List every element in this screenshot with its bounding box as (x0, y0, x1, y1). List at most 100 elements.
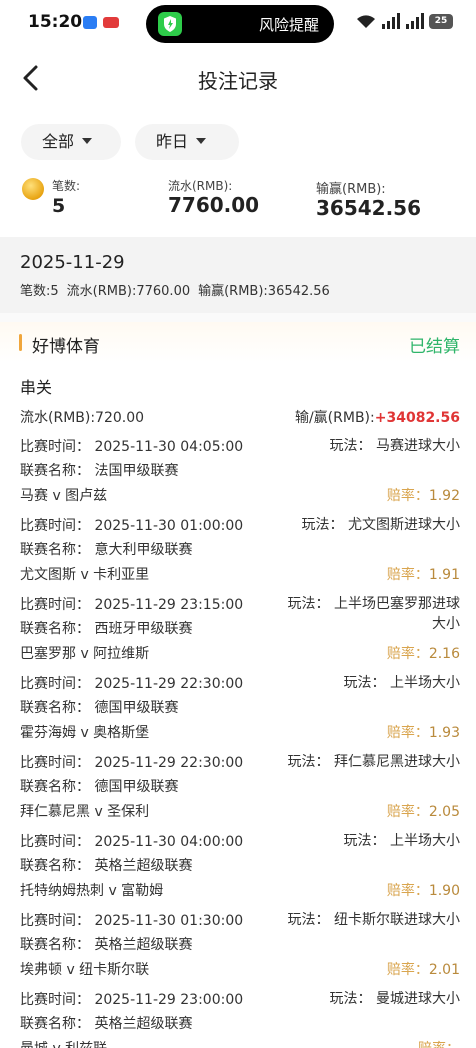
turnover-label: 流水(RMB): (168, 179, 233, 193)
coin-icon (22, 178, 44, 200)
odds: 赔率：1.93 (387, 722, 460, 742)
play-type: 玩法： 上半场大小 (343, 833, 460, 849)
bet-leg-row: 比赛时间： 2025-11-29 22:30:00 联赛名称： 德国甲级联赛 霍芬海… (0, 673, 476, 752)
odds-label: 赔率： (386, 804, 429, 820)
match-teams: 马赛 v 图卢兹 (20, 488, 108, 504)
bet-leg-row: 比赛时间： 2025-11-30 01:30:00 联赛名称： 英格兰超级联赛 埃弗… (0, 910, 476, 989)
count-label: 笔数: (52, 179, 81, 193)
date-group-date: 2025-11-29 (20, 252, 125, 273)
bet-leg-row: 比赛时间： 2025-11-29 23:15:00 联赛名称： 西班牙甲级联赛 巴塞… (0, 594, 476, 673)
bet-type-label: 串关 (20, 378, 53, 397)
league-name: 联赛名称： 意大利甲级联赛 (20, 542, 193, 558)
odds: 赔率：1.91 (387, 564, 460, 584)
odds-label: 赔率： (418, 1041, 460, 1048)
date-filter-dropdown[interactable]: 昨日 (135, 124, 239, 160)
match-teams: 尤文图斯 v 卡利亚里 (20, 567, 150, 583)
card-winloss: 输/赢(RMB):+34082.56 (295, 407, 460, 427)
odds-value: 1.92 (428, 488, 460, 504)
league-name: 联赛名称： 德国甲级联赛 (20, 779, 179, 795)
odds-value: 1.90 (428, 883, 460, 899)
match-teams: 巴塞罗那 v 阿拉维斯 (20, 646, 150, 662)
match-time: 比赛时间： 2025-11-30 04:05:00 (20, 439, 244, 455)
match-time: 比赛时间： 2025-11-29 22:30:00 (20, 755, 244, 771)
league-name: 联赛名称： 英格兰超级联赛 (20, 937, 193, 953)
match-time: 比赛时间： 2025-11-29 22:30:00 (20, 676, 244, 692)
date-group-turnover: 流水(RMB):7760.00 (66, 284, 191, 299)
divider (0, 313, 476, 322)
league-name: 联赛名称： 法国甲级联赛 (20, 463, 179, 479)
odds: 赔率：2.16 (387, 643, 460, 663)
date-filter-label: 昨日 (156, 132, 189, 151)
date-group-count: 笔数:5 (20, 284, 59, 299)
league-name: 联赛名称： 英格兰超级联赛 (20, 1016, 193, 1032)
card-winloss-label: 输/赢(RMB): (294, 410, 375, 426)
odds-label: 赔率： (386, 725, 429, 741)
odds: 赔率： (418, 1038, 460, 1048)
play-type: 玩法： 上半场大小 (343, 675, 460, 691)
league-name: 联赛名称： 西班牙甲级联赛 (20, 621, 193, 637)
bet-leg-row: 比赛时间： 2025-11-29 23:00:00 联赛名称： 英格兰超级联赛曼城… (0, 989, 476, 1048)
odds: 赔率：1.92 (387, 485, 460, 505)
risk-alert-pill[interactable]: 风险提醒 (146, 5, 334, 43)
match-teams: 拜仁慕尼黑 v 圣保利 (20, 804, 150, 820)
odds-value: 2.05 (428, 804, 460, 820)
chevron-down-icon (196, 137, 207, 144)
play-type: 玩法： 拜仁慕尼黑进球大小 (287, 754, 460, 770)
vendor-name: 好博体育 (32, 337, 100, 357)
winloss-value: 36542.56 (316, 196, 422, 220)
risk-alert-text: 风险提醒 (259, 16, 320, 34)
odds: 赔率：1.90 (387, 880, 460, 900)
nav-bar: 投注记录 (0, 46, 476, 108)
type-filter-label: 全部 (42, 132, 75, 151)
match-teams: 曼城 v 利兹联 (20, 1038, 107, 1048)
odds-label: 赔率： (386, 646, 429, 662)
match-teams: 埃弗顿 v 纽卡斯尔联 (20, 962, 150, 978)
page-title: 投注记录 (198, 69, 278, 93)
odds-value: 2.01 (428, 962, 460, 978)
league-name: 联赛名称： 德国甲级联赛 (20, 700, 179, 716)
odds-value: 1.93 (428, 725, 460, 741)
play-type: 玩法： 马赛进球大小 (329, 438, 460, 454)
match-time: 比赛时间： 2025-11-30 04:00:00 (20, 834, 244, 850)
odds: 赔率：2.05 (387, 801, 460, 821)
status-bar: 15:20 风险提醒 25 (0, 0, 476, 46)
odds-value: 1.91 (428, 567, 460, 583)
type-filter-dropdown[interactable]: 全部 (21, 124, 121, 160)
odds-label: 赔率： (386, 962, 429, 978)
status-time: 15:20 (28, 12, 83, 32)
play-type: 玩法： 纽卡斯尔联进球大小 (287, 912, 460, 928)
turnover-value: 7760.00 (168, 193, 260, 217)
match-teams: 霍芬海姆 v 奥格斯堡 (20, 725, 150, 741)
bet-leg-row: 比赛时间： 2025-11-30 04:05:00 联赛名称： 法国甲级联赛 马赛 … (0, 436, 476, 515)
battery-icon: 25 (429, 14, 453, 29)
app-notification-icon-2 (103, 17, 119, 28)
bet-record-card[interactable]: 好博体育 已结算 串关 流水(RMB):720.00 输/赢(RMB):+340… (0, 322, 476, 1048)
odds-label: 赔率： (386, 488, 429, 504)
count-value: 5 (52, 195, 66, 217)
status-badge: 已结算 (409, 337, 460, 357)
shield-icon (158, 12, 182, 36)
bet-leg-row: 比赛时间： 2025-11-29 22:30:00 联赛名称： 德国甲级联赛 拜仁慕… (0, 752, 476, 831)
match-time: 比赛时间： 2025-11-29 23:15:00 (20, 597, 244, 613)
play-type: 玩法： 上半场巴塞罗那进球大小 (287, 596, 460, 632)
play-type: 玩法： 尤文图斯进球大小 (301, 517, 460, 533)
odds: 赔率：2.01 (387, 959, 460, 979)
date-group-header[interactable]: 2025-11-29 笔数:5 流水(RMB):7760.00 输赢(RMB):36… (0, 237, 476, 313)
stake-text: 流水(RMB):720.00 (20, 410, 145, 426)
odds-value: 2.16 (428, 646, 460, 662)
date-group-stats: 笔数:5 流水(RMB):7760.00 输赢(RMB):36542.56 (20, 280, 338, 299)
bet-leg-row: 比赛时间： 2025-11-30 04:00:00 联赛名称： 英格兰超级联赛 托特… (0, 831, 476, 910)
match-teams: 托特纳姆热刺 v 富勒姆 (20, 883, 164, 899)
odds-label: 赔率： (386, 567, 429, 583)
match-time: 比赛时间： 2025-11-29 23:00:00 (20, 992, 244, 1008)
signal-icon (382, 13, 400, 29)
play-type: 玩法： 曼城进球大小 (329, 991, 460, 1007)
winloss-label: 输赢(RMB): (316, 182, 386, 197)
app-notification-icon (83, 16, 97, 29)
vendor-accent-bar (19, 334, 22, 351)
wifi-icon (357, 15, 375, 28)
match-time: 比赛时间： 2025-11-30 01:00:00 (20, 518, 244, 534)
signal-icon-2 (406, 13, 424, 29)
chevron-down-icon (82, 137, 93, 144)
card-winloss-value: +34082.56 (374, 410, 460, 426)
